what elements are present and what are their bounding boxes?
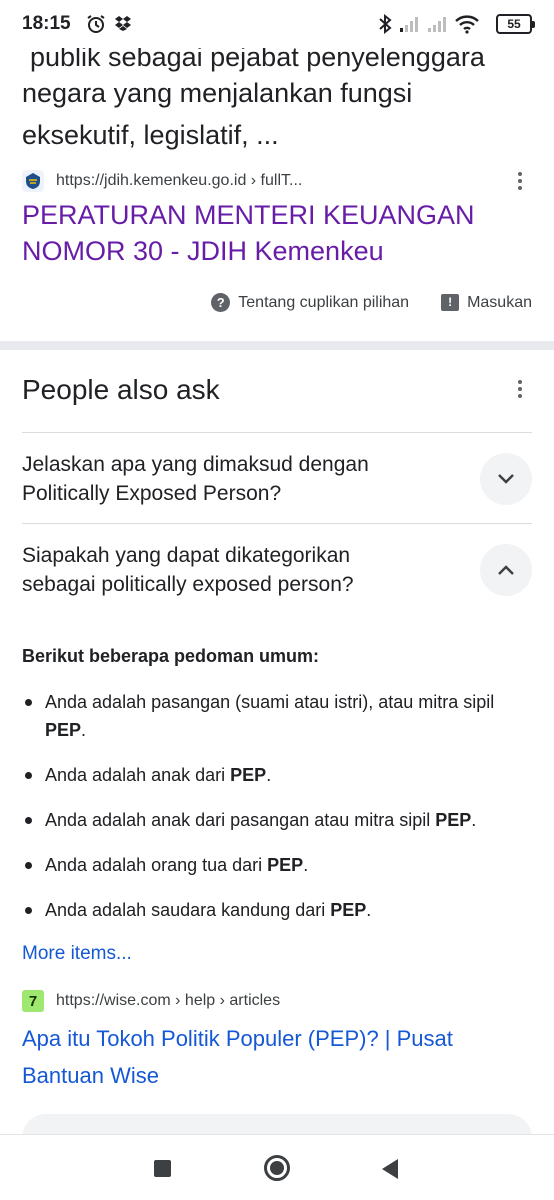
help-icon: ? xyxy=(211,293,231,312)
paa-question[interactable]: Jelaskan apa yang dimaksud dengan Politi… xyxy=(22,450,532,508)
result-title-link[interactable]: PERATURAN MENTERI KEUANGAN NOMOR 30 - JD… xyxy=(22,197,522,269)
question-line: sebagai politically exposed person? xyxy=(22,573,354,596)
feedback-label: Masukan xyxy=(467,293,532,311)
feedback-icon: ! xyxy=(441,294,460,311)
wise-logo-icon: 7 xyxy=(22,990,44,1012)
question-line: Politically Exposed Person? xyxy=(22,482,282,505)
answer-item-bold: PEP xyxy=(45,720,82,740)
answer-item-text: Anda adalah anak dari xyxy=(45,765,231,785)
answer-list-item: Anda adalah anak dari PEP. xyxy=(22,761,532,789)
paa-question-text: Siapakah yang dapat dikategorikan sebaga… xyxy=(22,541,442,599)
snippet-line: eksekutif, legislatif, ... xyxy=(22,120,279,150)
divider xyxy=(22,432,532,433)
about-snippet-button[interactable]: ? Tentang cuplikan pilihan xyxy=(211,293,409,312)
question-line: Jelaskan apa yang dimaksud dengan xyxy=(22,453,369,476)
answer-item-bold: PEP xyxy=(330,900,367,920)
result-url: https://jdih.kemenkeu.go.id › fullT... xyxy=(56,172,303,189)
answer-item-end: . xyxy=(471,810,477,830)
more-options-icon[interactable] xyxy=(508,376,532,402)
snippet-line: negara yang menjalankan fungsi xyxy=(22,78,413,108)
recents-icon[interactable] xyxy=(154,1160,171,1177)
answer-item-text: Anda adalah anak dari pasangan atau mitr… xyxy=(45,810,436,830)
result-source[interactable]: https://jdih.kemenkeu.go.id › fullT... xyxy=(22,168,532,194)
result-title-line: PERATURAN MENTERI KEUANGAN xyxy=(22,200,475,230)
wifi-icon xyxy=(454,14,480,39)
paa-question[interactable]: Siapakah yang dapat dikategorikan sebaga… xyxy=(22,541,532,599)
kemenkeu-logo-icon xyxy=(22,170,44,192)
answer-item-end: . xyxy=(303,855,309,875)
result-title-line: Apa itu Tokoh Politik Populer (PEP)? | P… xyxy=(22,1026,453,1051)
battery-icon: 55 xyxy=(496,14,535,34)
chevron-up-icon[interactable] xyxy=(480,544,532,596)
feedback-button[interactable]: ! Masukan xyxy=(441,294,532,312)
answer-list-item: Anda adalah pasangan (suami atau istri),… xyxy=(22,688,532,744)
answer-item-end: . xyxy=(81,720,87,740)
more-options-icon[interactable] xyxy=(508,168,532,194)
back-icon[interactable] xyxy=(382,1159,398,1179)
signal-icon xyxy=(426,14,450,39)
navigation-bar xyxy=(0,1134,554,1200)
about-snippet-label: Tentang cuplikan pilihan xyxy=(238,293,410,311)
alarm-icon xyxy=(86,14,106,39)
answer-item-bold: PEP xyxy=(435,810,472,830)
answer-list-item: Anda adalah orang tua dari PEP. xyxy=(22,851,532,879)
answer-heading: Berikut beberapa pedoman umum: xyxy=(22,646,320,666)
answer-item-text: Anda adalah orang tua dari xyxy=(45,855,268,875)
bluetooth-icon xyxy=(378,13,392,39)
result-url: https://wise.com › help › articles xyxy=(56,992,281,1009)
snippet-feedback-row: ? Tentang cuplikan pilihan ! Masukan xyxy=(211,293,532,312)
section-divider xyxy=(0,341,554,350)
dropbox-icon xyxy=(114,14,132,37)
status-bar: 18:15 55 xyxy=(0,0,554,48)
answer-item-bold: PEP xyxy=(267,855,304,875)
answer-item-end: . xyxy=(366,900,372,920)
answer-item-end: . xyxy=(266,765,272,785)
paa-question-text: Jelaskan apa yang dimaksud dengan Politi… xyxy=(22,450,442,508)
result-title-link[interactable]: Apa itu Tokoh Politik Populer (PEP)? | P… xyxy=(22,1020,522,1094)
result-title-line: Bantuan Wise xyxy=(22,1063,159,1088)
result-title-line: NOMOR 30 - JDIH Kemenkeu xyxy=(22,236,384,266)
answer-item-bold: PEP xyxy=(230,765,267,785)
answer-list: Anda adalah pasangan (suami atau istri),… xyxy=(22,688,532,941)
result-source[interactable]: 7 https://wise.com › help › articles xyxy=(22,988,280,1014)
question-line: Siapakah yang dapat dikategorikan xyxy=(22,544,351,567)
home-icon[interactable] xyxy=(264,1155,290,1181)
answer-item-text: Anda adalah pasangan (suami atau istri),… xyxy=(45,692,495,712)
status-time: 18:15 xyxy=(22,13,71,34)
answer-list-item: Anda adalah anak dari pasangan atau mitr… xyxy=(22,806,532,834)
signal-icon xyxy=(398,14,422,39)
featured-snippet-text: publik sebagai pejabat penyelenggara neg… xyxy=(22,30,532,156)
divider xyxy=(22,523,532,524)
chevron-down-icon[interactable] xyxy=(480,453,532,505)
answer-item-text: Anda adalah saudara kandung dari xyxy=(45,900,331,920)
more-items-link[interactable]: More items... xyxy=(22,943,132,965)
answer-list-item: Anda adalah saudara kandung dari PEP. xyxy=(22,896,532,924)
paa-heading: People also ask xyxy=(22,374,220,405)
